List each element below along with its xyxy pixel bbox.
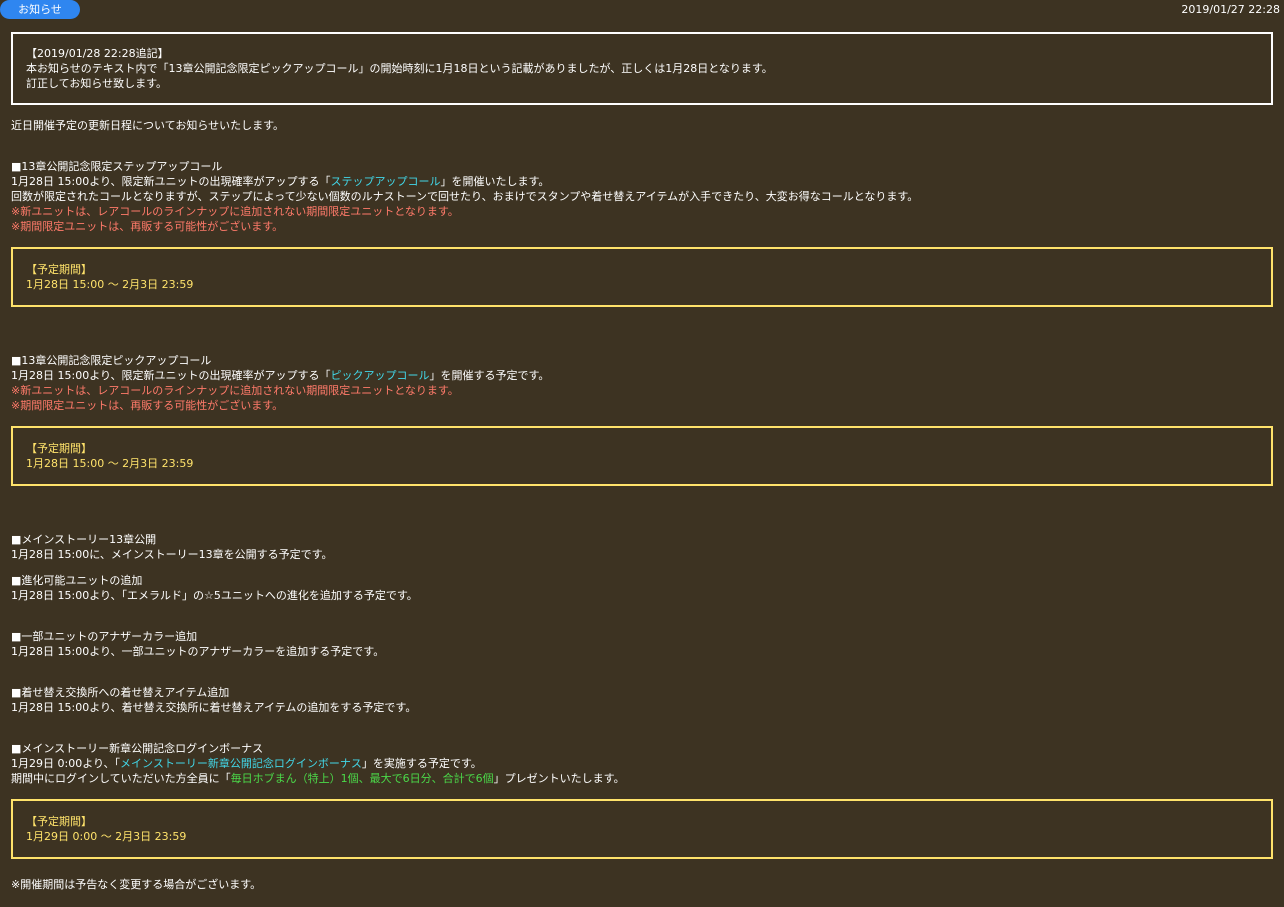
- period-label: 【予定期間】: [26, 442, 92, 455]
- section-login-bonus: ■メインストーリー新章公開記念ログインボーナス 1月29日 0:00より、「メイ…: [11, 741, 1273, 786]
- warning-note: ※新ユニットは、レアコールのラインナップに追加されない期間限定ユニットとなります…: [11, 384, 459, 397]
- intro-text: 近日開催予定の更新日程についてお知らせいたします。: [11, 119, 285, 132]
- section-main-story: ■メインストーリー13章公開 1月28日 15:00に、メインストーリー13章を…: [11, 532, 1273, 562]
- login-bonus-link[interactable]: メインストーリー新章公開記念ログインボーナス: [120, 757, 362, 770]
- section-dress-up: ■着せ替え交換所への着せ替えアイテム追加 1月28日 15:00より、着せ替え交…: [11, 685, 1273, 715]
- section-another-color: ■一部ユニットのアナザーカラー追加 1月28日 15:00より、一部ユニットのア…: [11, 629, 1273, 659]
- section-step-up: ■13章公開記念限定ステップアップコール 1月28日 15:00より、限定新ユニ…: [11, 159, 1273, 234]
- category-tag: お知らせ: [0, 0, 80, 19]
- correction-title: 【2019/01/28 22:28追記】: [26, 47, 169, 60]
- pickup-call-link[interactable]: ピックアップコール: [331, 369, 430, 382]
- article-body: 【2019/01/28 22:28追記】 本お知らせのテキスト内で「13章公開記…: [11, 32, 1273, 892]
- period-value: 1月29日 0:00 ～ 2月3日 23:59: [26, 830, 187, 843]
- warning-note-2: ※期間限定ユニットは、再販する可能性がございます。: [11, 220, 284, 233]
- section-text-2: 回数が限定されたコールとなりますが、ステップによって少ない個数のルナストーンで回…: [11, 190, 919, 203]
- section-heading: ■メインストーリー13章公開: [11, 533, 157, 546]
- header-bar: お知らせ 2019/01/27 22:28: [0, 0, 1284, 20]
- section-heading: ■13章公開記念限定ステップアップコール: [11, 160, 223, 173]
- section-text: 1月28日 15:00より、限定新ユニットの出現確率がアップする「ステップアップ…: [11, 175, 550, 188]
- section-heading: ■一部ユニットのアナザーカラー追加: [11, 630, 198, 643]
- period-label: 【予定期間】: [26, 263, 92, 276]
- correction-text: 本お知らせのテキスト内で「13章公開記念限定ピックアップコール」の開始時刻に1月…: [26, 62, 773, 75]
- correction-text-2: 訂正してお知らせ致します。: [26, 77, 168, 90]
- section-text: 1月28日 15:00より、限定新ユニットの出現確率がアップする「ピックアップコ…: [11, 369, 550, 382]
- period-box: 【予定期間】 1月28日 15:00 ～ 2月3日 23:59: [11, 426, 1273, 486]
- section-heading: ■13章公開記念限定ピックアップコール: [11, 354, 212, 367]
- section-heading: ■着せ替え交換所への着せ替えアイテム追加: [11, 686, 230, 699]
- bonus-reward: 毎日ホブまん（特上）1個、最大で6日分、合計で6個: [230, 772, 494, 785]
- warning-note-2: ※期間限定ユニットは、再販する可能性がございます。: [11, 399, 284, 412]
- section-text: 1月29日 0:00より、「メインストーリー新章公開記念ログインボーナス」を実施…: [11, 757, 482, 770]
- period-box: 【予定期間】 1月28日 15:00 ～ 2月3日 23:59: [11, 247, 1273, 307]
- warning-note: ※新ユニットは、レアコールのラインナップに追加されない期間限定ユニットとなります…: [11, 205, 459, 218]
- correction-box: 【2019/01/28 22:28追記】 本お知らせのテキスト内で「13章公開記…: [11, 32, 1273, 105]
- section-text-2: 期間中にログインしていただいた方全員に「毎日ホブまん（特上）1個、最大で6日分、…: [11, 772, 625, 785]
- section-text: 1月28日 15:00より、「エメラルド」の☆5ユニットへの進化を追加する予定で…: [11, 589, 418, 602]
- section-heading: ■進化可能ユニットの追加: [11, 574, 143, 587]
- period-box: 【予定期間】 1月29日 0:00 ～ 2月3日 23:59: [11, 799, 1273, 859]
- section-pickup: ■13章公開記念限定ピックアップコール 1月28日 15:00より、限定新ユニッ…: [11, 353, 1273, 413]
- period-label: 【予定期間】: [26, 815, 92, 828]
- period-value: 1月28日 15:00 ～ 2月3日 23:59: [26, 457, 194, 470]
- period-value: 1月28日 15:00 ～ 2月3日 23:59: [26, 278, 194, 291]
- footer-note: ※開催期間は予告なく変更する場合がございます。: [11, 878, 262, 891]
- step-up-call-link[interactable]: ステップアップコール: [331, 175, 441, 188]
- post-date: 2019/01/27 22:28: [1181, 3, 1280, 16]
- section-text: 1月28日 15:00より、着せ替え交換所に着せ替えアイテムの追加をする予定です…: [11, 701, 417, 714]
- section-text: 1月28日 15:00より、一部ユニットのアナザーカラーを追加する予定です。: [11, 645, 385, 658]
- section-text: 1月28日 15:00に、メインストーリー13章を公開する予定です。: [11, 548, 333, 561]
- section-heading: ■メインストーリー新章公開記念ログインボーナス: [11, 742, 264, 755]
- section-evolution: ■進化可能ユニットの追加 1月28日 15:00より、「エメラルド」の☆5ユニッ…: [11, 573, 1273, 603]
